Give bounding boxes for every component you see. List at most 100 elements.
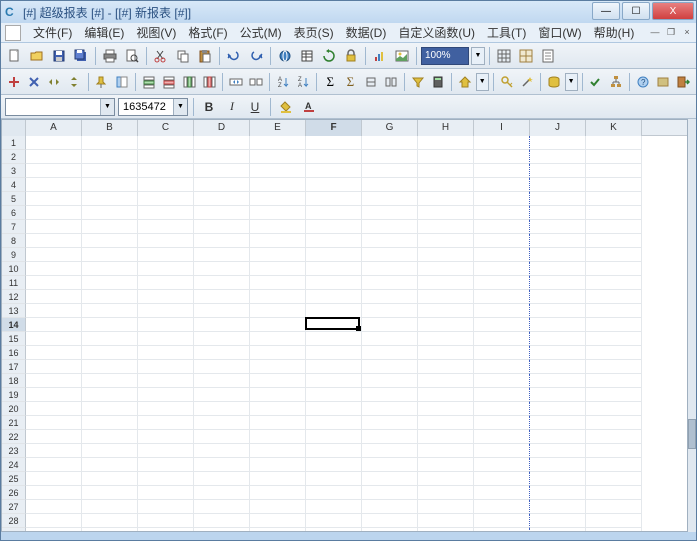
cell[interactable]: [82, 346, 138, 360]
row-header[interactable]: 7: [2, 220, 26, 234]
cell[interactable]: [474, 360, 530, 374]
insert-row-button[interactable]: [140, 72, 158, 92]
cell[interactable]: [138, 500, 194, 514]
table-button[interactable]: [297, 46, 317, 66]
key-button[interactable]: [498, 72, 516, 92]
db-button[interactable]: [545, 72, 563, 92]
cell[interactable]: [82, 458, 138, 472]
cell[interactable]: [530, 472, 586, 486]
cell[interactable]: [474, 374, 530, 388]
cell[interactable]: [306, 290, 362, 304]
cell[interactable]: [418, 528, 474, 531]
cell[interactable]: [250, 262, 306, 276]
menu-file[interactable]: 文件(F): [27, 22, 78, 43]
cell[interactable]: [194, 514, 250, 528]
zoom-combo[interactable]: 100%: [421, 47, 469, 65]
cell[interactable]: [418, 262, 474, 276]
row-header[interactable]: 1: [2, 136, 26, 150]
menu-edit[interactable]: 编辑(E): [78, 22, 130, 43]
help-button[interactable]: ?: [634, 72, 652, 92]
cell[interactable]: [362, 150, 418, 164]
zoom-dropdown-button[interactable]: ▼: [471, 47, 485, 65]
cell[interactable]: [250, 206, 306, 220]
cell[interactable]: [26, 402, 82, 416]
cell[interactable]: [26, 346, 82, 360]
wand-button[interactable]: [518, 72, 536, 92]
cell[interactable]: [418, 388, 474, 402]
row-header[interactable]: 13: [2, 304, 26, 318]
cell[interactable]: [306, 416, 362, 430]
cell[interactable]: [586, 430, 642, 444]
cell[interactable]: [138, 430, 194, 444]
cell[interactable]: [306, 514, 362, 528]
freeze-button[interactable]: [113, 72, 131, 92]
cell[interactable]: [474, 178, 530, 192]
row-header[interactable]: 10: [2, 262, 26, 276]
cell[interactable]: [82, 374, 138, 388]
cell[interactable]: [26, 220, 82, 234]
cell[interactable]: [138, 346, 194, 360]
column-header[interactable]: C: [138, 120, 194, 136]
cell[interactable]: [250, 514, 306, 528]
cell[interactable]: [82, 500, 138, 514]
cell[interactable]: [250, 290, 306, 304]
print-preview-button[interactable]: [122, 46, 142, 66]
cell[interactable]: [250, 472, 306, 486]
cell[interactable]: [82, 402, 138, 416]
column-header[interactable]: F: [306, 120, 362, 136]
cell[interactable]: [362, 500, 418, 514]
cell[interactable]: [530, 192, 586, 206]
cell[interactable]: [306, 136, 362, 150]
row-header[interactable]: 29: [2, 528, 26, 531]
cell[interactable]: [26, 192, 82, 206]
cell[interactable]: [530, 528, 586, 531]
cell[interactable]: [474, 332, 530, 346]
cut-button[interactable]: [151, 46, 171, 66]
titlebar[interactable]: C [#] 超级报表 [#] - [[#] 新报表 [#]] — ☐ X: [1, 1, 696, 23]
cell[interactable]: [250, 136, 306, 150]
cell[interactable]: [586, 150, 642, 164]
cell[interactable]: [418, 234, 474, 248]
ungroup-button[interactable]: [382, 72, 400, 92]
cell[interactable]: [250, 150, 306, 164]
cell[interactable]: [474, 248, 530, 262]
cell[interactable]: [306, 220, 362, 234]
cell[interactable]: [194, 360, 250, 374]
cell[interactable]: [306, 276, 362, 290]
cell[interactable]: [362, 444, 418, 458]
cell[interactable]: [474, 150, 530, 164]
cell[interactable]: [82, 360, 138, 374]
cell[interactable]: [586, 304, 642, 318]
cell[interactable]: [418, 374, 474, 388]
cell[interactable]: [362, 360, 418, 374]
cell[interactable]: [26, 262, 82, 276]
cell[interactable]: [194, 444, 250, 458]
cell[interactable]: [474, 206, 530, 220]
row-header[interactable]: 16: [2, 346, 26, 360]
cell[interactable]: [530, 514, 586, 528]
cell[interactable]: [26, 318, 82, 332]
cell[interactable]: [530, 458, 586, 472]
cell[interactable]: [362, 332, 418, 346]
sum2-button[interactable]: Σ: [341, 72, 359, 92]
row-header[interactable]: 2: [2, 150, 26, 164]
cell[interactable]: [530, 178, 586, 192]
exit-button[interactable]: [674, 72, 692, 92]
cell[interactable]: [26, 150, 82, 164]
menu-window[interactable]: 窗口(W): [532, 22, 587, 43]
cell[interactable]: [250, 178, 306, 192]
cell[interactable]: [362, 290, 418, 304]
cell[interactable]: [26, 276, 82, 290]
cell[interactable]: [586, 290, 642, 304]
cell[interactable]: [474, 430, 530, 444]
cell[interactable]: [530, 262, 586, 276]
cell[interactable]: [530, 234, 586, 248]
cell[interactable]: [194, 458, 250, 472]
cell[interactable]: [138, 150, 194, 164]
cell[interactable]: [82, 304, 138, 318]
cell[interactable]: [194, 248, 250, 262]
cell[interactable]: [418, 304, 474, 318]
print-button[interactable]: [100, 46, 120, 66]
cell[interactable]: [306, 458, 362, 472]
cell[interactable]: [26, 458, 82, 472]
